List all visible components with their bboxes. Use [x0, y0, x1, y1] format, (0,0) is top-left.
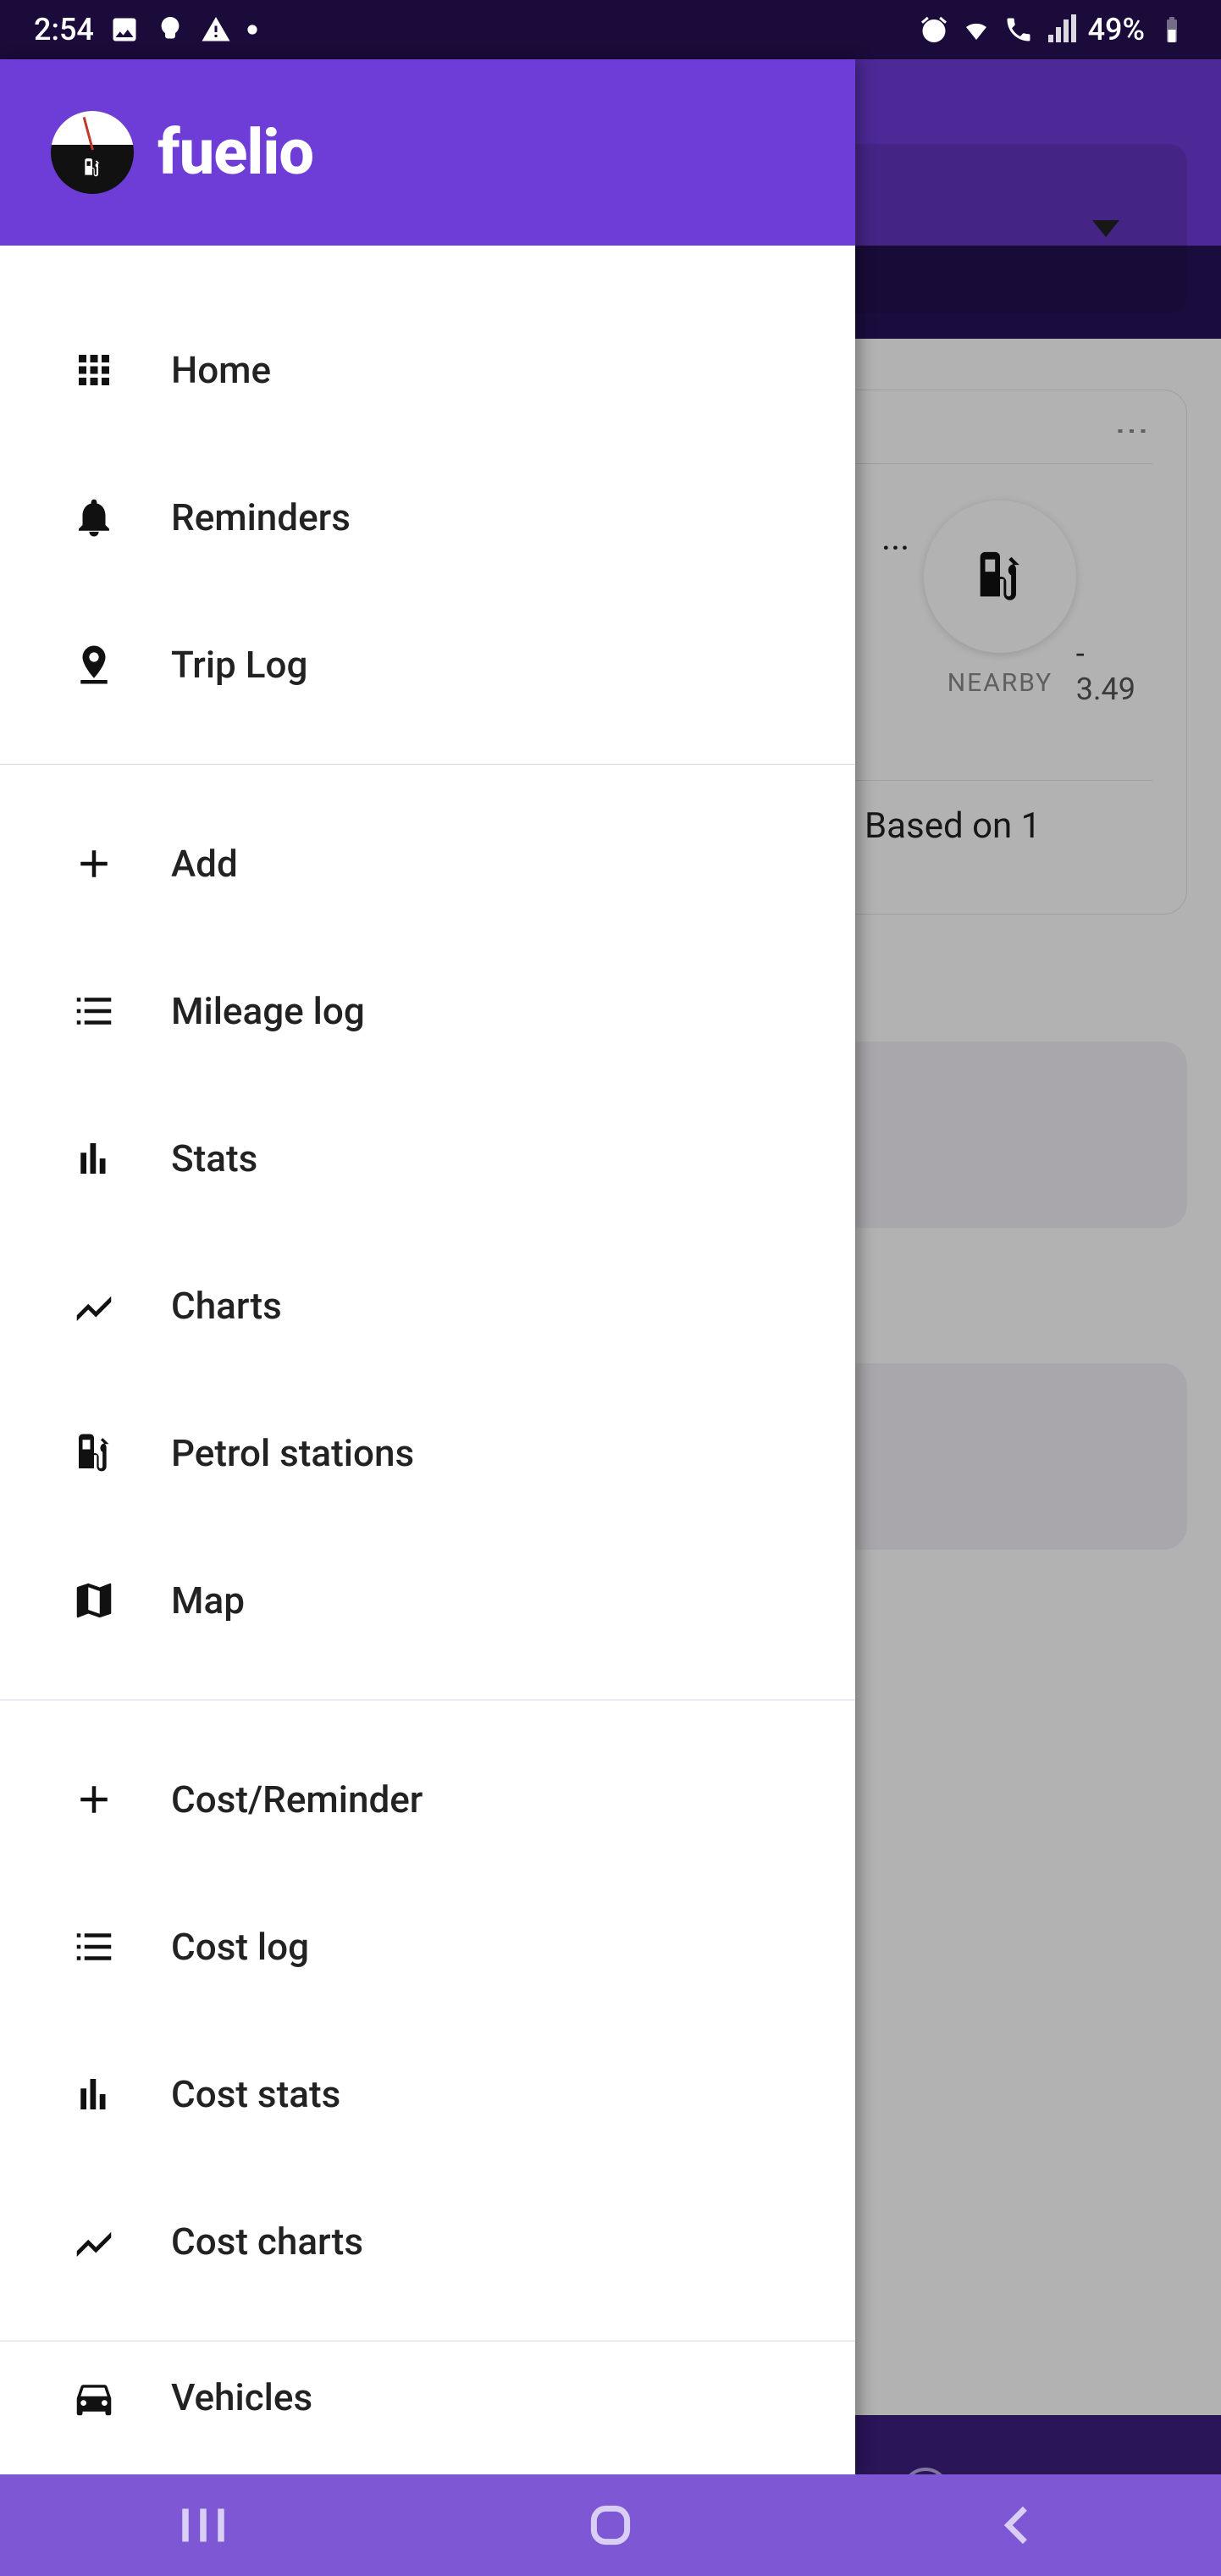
nav-item-cost-charts[interactable]: Cost charts: [0, 2168, 855, 2315]
line-chart-icon: [71, 1283, 117, 1329]
system-nav-bar: [0, 2474, 1221, 2576]
list-icon: [71, 988, 117, 1034]
status-time: 2:54: [34, 12, 94, 47]
bar-chart-icon: [71, 2071, 117, 2117]
map-icon: [71, 1578, 117, 1623]
nav-item-mileage-log[interactable]: Mileage log: [0, 937, 855, 1085]
nav-item-map[interactable]: Map: [0, 1527, 855, 1674]
line-chart-icon: [71, 2219, 117, 2264]
nav-item-label: Vehicles: [171, 2375, 312, 2419]
drawer-divider: [0, 764, 855, 765]
alarm-icon: [919, 14, 949, 45]
status-bar: 2:54 49%: [0, 0, 1221, 59]
wifi-call-icon: [1003, 14, 1034, 45]
nav-item-home[interactable]: Home: [0, 296, 855, 444]
plus-icon: [71, 1777, 117, 1822]
nav-item-label: Map: [171, 1578, 245, 1622]
nav-item-stats[interactable]: Stats: [0, 1085, 855, 1232]
nav-drawer: fuelio Home Reminders Trip Log: [0, 59, 855, 2474]
pin-icon: [71, 642, 117, 688]
car-icon: [71, 2375, 117, 2421]
battery-icon: [1157, 14, 1187, 45]
nav-item-cost-stats[interactable]: Cost stats: [0, 2020, 855, 2168]
nav-item-label: Home: [171, 348, 271, 392]
nav-item-label: Stats: [171, 1136, 257, 1180]
bulb-icon: [155, 14, 185, 45]
nav-item-label: Mileage log: [171, 989, 365, 1033]
nav-item-label: Reminders: [171, 495, 351, 539]
nav-item-label: Charts: [171, 1284, 282, 1328]
nav-item-charts[interactable]: Charts: [0, 1232, 855, 1379]
nav-item-label: Cost log: [171, 1925, 309, 1969]
bell-icon: [71, 495, 117, 540]
home-button[interactable]: [581, 2504, 640, 2546]
nav-item-label: Trip Log: [171, 643, 307, 687]
drawer-scroll[interactable]: Home Reminders Trip Log Add: [0, 246, 855, 2474]
status-battery-pct: 49%: [1088, 12, 1145, 47]
dot-icon: [246, 24, 258, 36]
nav-item-trip-log[interactable]: Trip Log: [0, 591, 855, 738]
fuel-warn-icon: [201, 14, 231, 45]
wifi-icon: [961, 14, 992, 45]
nav-item-add[interactable]: Add: [0, 790, 855, 937]
nav-item-petrol-stations[interactable]: Petrol stations: [0, 1379, 855, 1527]
back-button[interactable]: [988, 2504, 1047, 2546]
nav-item-cost-reminder[interactable]: Cost/Reminder: [0, 1726, 855, 1873]
nav-item-reminders[interactable]: Reminders: [0, 444, 855, 591]
nav-item-label: Cost stats: [171, 2072, 340, 2116]
grid-icon: [71, 347, 117, 393]
recents-button[interactable]: [174, 2504, 233, 2546]
drawer-header: fuelio: [0, 59, 855, 246]
nav-item-vehicles[interactable]: Vehicles: [0, 2367, 855, 2435]
bar-chart-icon: [71, 1136, 117, 1181]
nav-item-label: Add: [171, 842, 238, 886]
nav-item-label: Cost/Reminder: [171, 1777, 423, 1821]
status-right: 49%: [919, 12, 1187, 47]
nav-item-cost-log[interactable]: Cost log: [0, 1873, 855, 2020]
status-left: 2:54: [34, 12, 258, 47]
app-logo-icon: [51, 111, 134, 194]
nav-item-label: Petrol stations: [171, 1431, 414, 1475]
app-name: fuelio: [157, 116, 313, 190]
list-icon: [71, 1924, 117, 1970]
plus-icon: [71, 841, 117, 887]
picture-icon: [109, 14, 140, 45]
signal-icon: [1046, 14, 1076, 45]
fuel-pump-icon: [71, 1430, 117, 1476]
nav-item-label: Cost charts: [171, 2219, 363, 2264]
